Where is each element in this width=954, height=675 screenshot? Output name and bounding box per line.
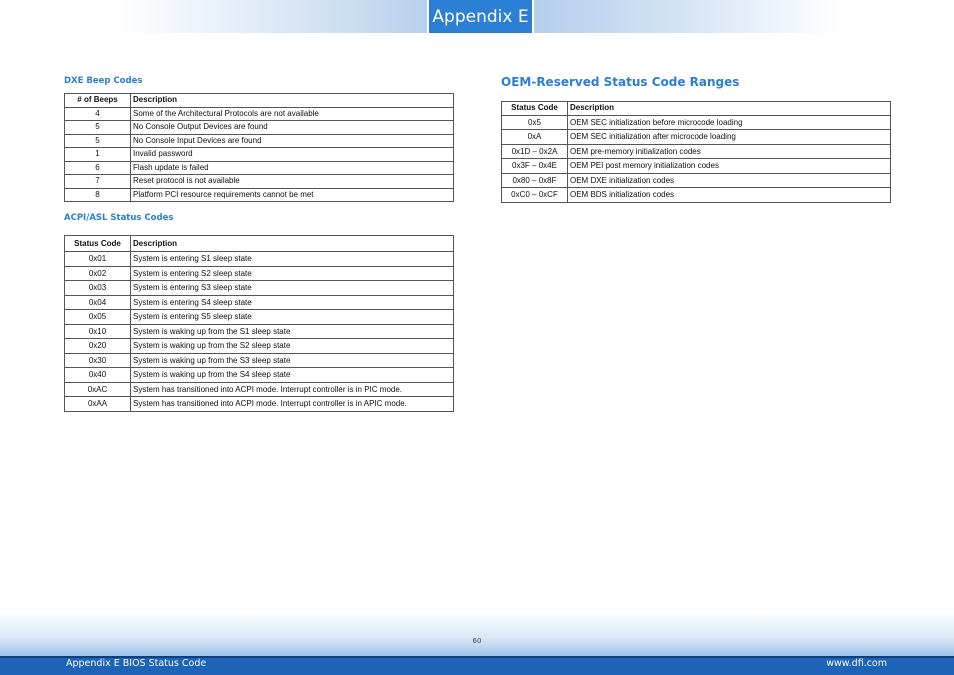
code-cell: 0x3F – 0x4E — [501, 158, 568, 174]
column-header-beeps: # of Beeps — [64, 93, 131, 108]
table-row: 0x03 System is entering S3 sleep state — [64, 280, 454, 296]
description-cell: No Console Input Devices are found — [130, 133, 454, 148]
code-cell: 0x02 — [64, 265, 131, 281]
description-cell: System is entering S5 sleep state — [130, 309, 454, 325]
code-cell: 6 — [64, 160, 131, 175]
column-header-status-code: Status Code — [64, 235, 131, 252]
description-cell: OEM DXE initialization codes — [567, 172, 891, 188]
table-row: 4 Some of the Architectural Protocols are… — [64, 106, 454, 121]
description-cell: System is waking up from the S2 sleep st… — [130, 338, 454, 354]
description-cell: System is waking up from the S3 sleep st… — [130, 352, 454, 368]
description-cell: System is waking up from the S1 sleep st… — [130, 323, 454, 339]
table-row: 1 Invalid password — [64, 147, 454, 162]
table-row: 0x5 OEM SEC initialization before microco… — [501, 114, 891, 130]
table-row: 0xC0 – 0xCF OEM BDS initialization codes — [501, 187, 891, 203]
footer-website-link[interactable]: www.dfi.com — [826, 658, 887, 669]
table-row: 0x04 System is entering S4 sleep state — [64, 294, 454, 310]
code-cell: 0x04 — [64, 294, 131, 310]
table-row: 0x02 System is entering S2 sleep state — [64, 265, 454, 281]
table-row: 5 No Console Output Devices are found — [64, 120, 454, 135]
table-row: 0xAC System has transitioned into ACPI mo… — [64, 381, 454, 397]
column-header-description: Description — [130, 235, 454, 252]
table-row: 0x80 – 0x8F OEM DXE initialization codes — [501, 172, 891, 188]
table-row: 0x40 System is waking up from the S4 slee… — [64, 367, 454, 383]
description-cell: No Console Output Devices are found — [130, 120, 454, 135]
description-cell: System is entering S4 sleep state — [130, 294, 454, 310]
table-header-row: # of Beeps Description — [64, 93, 454, 108]
table-row: 7 Reset protocol is not available — [64, 174, 454, 189]
code-cell: 0x03 — [64, 280, 131, 296]
table-row: 0x20 System is waking up from the S2 slee… — [64, 338, 454, 354]
table-row: 0x30 System is waking up from the S3 slee… — [64, 352, 454, 368]
description-cell: OEM SEC initialization after microcode l… — [567, 129, 891, 145]
description-cell: Flash update is failed — [130, 160, 454, 175]
code-cell: 0x1D – 0x2A — [501, 143, 568, 159]
table-row: 0x10 System is waking up from the S1 slee… — [64, 323, 454, 339]
acpi-table-body: 0x01 System is entering S1 sleep state 0x0… — [64, 251, 454, 412]
table-row: 0xAA System has transitioned into ACPI mo… — [64, 396, 454, 412]
table-header-row: Status Code Description — [64, 235, 454, 252]
description-cell: OEM BDS initialization codes — [567, 187, 891, 203]
code-cell: 8 — [64, 187, 131, 202]
code-cell: 0x30 — [64, 352, 131, 368]
column-header-description: Description — [130, 93, 454, 108]
description-cell: System is waking up from the S4 sleep st… — [130, 367, 454, 383]
acpi-status-table: Status Code Description 0x01 System is en… — [64, 235, 454, 412]
description-cell: Invalid password — [130, 147, 454, 162]
description-cell: Reset protocol is not available — [130, 174, 454, 189]
dxe-table-body: 4 Some of the Architectural Protocols are… — [64, 106, 454, 202]
chapter-tab: Appendix E — [427, 0, 534, 33]
table-row: 0xA OEM SEC initialization after microcod… — [501, 129, 891, 145]
code-cell: 0x5 — [501, 114, 568, 130]
oem-status-table: Status Code Description 0x5 OEM SEC initi… — [501, 101, 891, 203]
code-cell: 0x40 — [64, 367, 131, 383]
description-cell: System is entering S2 sleep state — [130, 265, 454, 281]
description-cell: System is entering S3 sleep state — [130, 280, 454, 296]
code-cell: 0x10 — [64, 323, 131, 339]
footer-gradient — [0, 612, 954, 656]
page-number: 60 — [472, 637, 482, 645]
column-header-description: Description — [567, 101, 891, 116]
table-row: 0x05 System is entering S5 sleep state — [64, 309, 454, 325]
code-cell: 7 — [64, 174, 131, 189]
chapter-tab-label: Appendix E — [432, 6, 529, 27]
code-cell: 0xAA — [64, 396, 131, 412]
description-cell: System has transitioned into ACPI mode. … — [130, 381, 454, 397]
code-cell: 0xC0 – 0xCF — [501, 187, 568, 203]
description-cell: Platform PCI resource requirements canno… — [130, 187, 454, 202]
column-header-status-code: Status Code — [501, 101, 568, 116]
dxe-beep-table: # of Beeps Description 4 Some of the Arch… — [64, 93, 454, 202]
code-cell: 5 — [64, 133, 131, 148]
description-cell: OEM pre-memory initialization codes — [567, 143, 891, 159]
description-cell: System has transitioned into ACPI mode. … — [130, 396, 454, 412]
code-cell: 5 — [64, 120, 131, 135]
code-cell: 0x01 — [64, 251, 131, 267]
table-row: 0x3F – 0x4E OEM PEI post memory initializ… — [501, 158, 891, 174]
code-cell: 0xA — [501, 129, 568, 145]
code-cell: 0x05 — [64, 309, 131, 325]
description-cell: Some of the Architectural Protocols are … — [130, 106, 454, 121]
footer-section-label: Appendix E BIOS Status Code — [66, 658, 207, 669]
table-header-row: Status Code Description — [501, 101, 891, 116]
table-row: 5 No Console Input Devices are found — [64, 133, 454, 148]
description-cell: OEM SEC initialization before microcode … — [567, 114, 891, 130]
table-row: 0x1D – 0x2A OEM pre-memory initialization… — [501, 143, 891, 159]
description-cell: System is entering S1 sleep state — [130, 251, 454, 267]
acpi-section-title: ACPI/ASL Status Codes — [64, 213, 174, 223]
code-cell: 0x20 — [64, 338, 131, 354]
code-cell: 0xAC — [64, 381, 131, 397]
code-cell: 4 — [64, 106, 131, 121]
table-row: 8 Platform PCI resource requirements cann… — [64, 187, 454, 202]
code-cell: 0x80 – 0x8F — [501, 172, 568, 188]
description-cell: OEM PEI post memory initialization codes — [567, 158, 891, 174]
table-row: 0x01 System is entering S1 sleep state — [64, 251, 454, 267]
oem-section-title: OEM-Reserved Status Code Ranges — [501, 75, 740, 89]
table-row: 6 Flash update is failed — [64, 160, 454, 175]
dxe-section-title: DXE Beep Codes — [64, 76, 143, 86]
oem-table-body: 0x5 OEM SEC initialization before microco… — [501, 114, 891, 203]
code-cell: 1 — [64, 147, 131, 162]
